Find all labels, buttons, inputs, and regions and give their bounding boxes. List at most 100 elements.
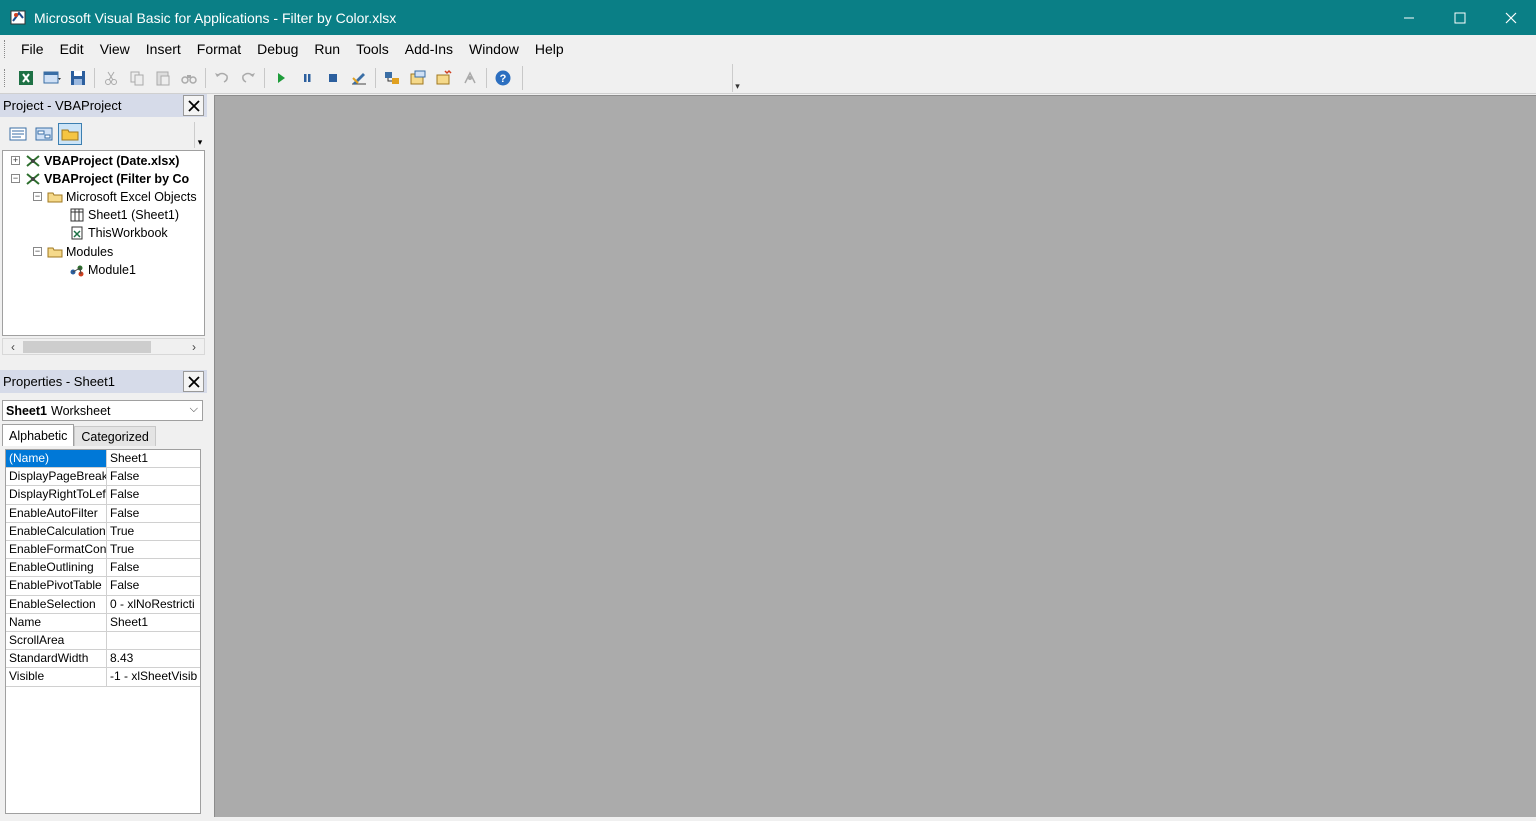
property-value[interactable]: False bbox=[107, 505, 200, 522]
toolbar-options-chevron-icon[interactable]: ▾ bbox=[732, 64, 742, 92]
copy-button[interactable] bbox=[124, 66, 150, 90]
property-value[interactable]: True bbox=[107, 541, 200, 558]
scroll-right-icon[interactable]: › bbox=[186, 339, 202, 354]
paste-button[interactable] bbox=[150, 66, 176, 90]
property-row[interactable]: DisplayPageBreak False bbox=[6, 468, 200, 487]
save-button[interactable] bbox=[65, 66, 91, 90]
tree-item-excel-objects[interactable]: Microsoft Excel Objects bbox=[47, 188, 197, 206]
menu-edit[interactable]: Edit bbox=[52, 35, 92, 63]
tree-item-vbaproject-filter[interactable]: VBAProject (Filter by Co bbox=[25, 170, 189, 188]
menu-window[interactable]: Window bbox=[461, 35, 527, 63]
menu-help[interactable]: Help bbox=[527, 35, 572, 63]
tree-expander-minus[interactable]: − bbox=[33, 247, 42, 256]
property-name: EnableAutoFilter bbox=[6, 504, 107, 522]
project-explorer-button[interactable] bbox=[379, 66, 405, 90]
property-name: EnableOutlining bbox=[6, 559, 107, 577]
property-row[interactable]: EnableAutoFilter False bbox=[6, 504, 200, 523]
menu-format[interactable]: Format bbox=[189, 35, 249, 63]
property-value[interactable]: Sheet1 bbox=[107, 614, 200, 631]
menu-grip[interactable] bbox=[4, 40, 7, 58]
project-pane-close-button[interactable] bbox=[183, 95, 204, 116]
tree-expander-minus[interactable]: − bbox=[33, 192, 42, 201]
view-code-button[interactable] bbox=[6, 123, 30, 145]
property-value[interactable]: False bbox=[107, 559, 200, 576]
menu-run[interactable]: Run bbox=[306, 35, 348, 63]
menu-debug[interactable]: Debug bbox=[249, 35, 306, 63]
menu-insert[interactable]: Insert bbox=[138, 35, 189, 63]
tree-expander-plus[interactable]: + bbox=[11, 156, 20, 165]
object-dropdown[interactable]: Sheet1 Worksheet ⌵ bbox=[2, 400, 203, 421]
toggle-folders-button[interactable] bbox=[58, 123, 82, 145]
view-excel-button[interactable] bbox=[13, 66, 39, 90]
left-dock: Project - VBAProject ▾ + VBAProject (Dat… bbox=[0, 94, 210, 821]
toolbar-grip[interactable] bbox=[4, 69, 7, 87]
property-value[interactable]: False bbox=[107, 468, 200, 485]
minimize-button[interactable] bbox=[1383, 0, 1434, 35]
property-row[interactable]: EnableOutlining False bbox=[6, 559, 200, 578]
property-row[interactable]: EnableCalculation True bbox=[6, 522, 200, 541]
properties-grid: (Name) Sheet1 DisplayPageBreak False Dis… bbox=[5, 449, 201, 814]
property-value[interactable]: 8.43 bbox=[107, 650, 200, 667]
property-value[interactable]: True bbox=[107, 523, 200, 540]
close-button[interactable] bbox=[1485, 0, 1536, 35]
object-browser-icon bbox=[436, 69, 452, 85]
tree-item-module1[interactable]: Module1 bbox=[69, 261, 136, 279]
tree-item-vbaproject-date[interactable]: VBAProject (Date.xlsx) bbox=[25, 152, 179, 170]
property-row[interactable]: EnableSelection 0 - xlNoRestricti bbox=[6, 595, 200, 614]
property-value[interactable] bbox=[107, 632, 200, 649]
run-button[interactable] bbox=[268, 66, 294, 90]
property-row[interactable]: Visible -1 - xlSheetVisib bbox=[6, 668, 200, 687]
insert-userform-icon bbox=[43, 71, 61, 84]
undo-button[interactable] bbox=[209, 66, 235, 90]
toolbox-button[interactable] bbox=[457, 66, 483, 90]
properties-window-button[interactable] bbox=[405, 66, 431, 90]
menu-tools[interactable]: Tools bbox=[348, 35, 397, 63]
property-row[interactable]: StandardWidth 8.43 bbox=[6, 650, 200, 669]
tab-categorized[interactable]: Categorized bbox=[74, 426, 156, 446]
scrollbar-thumb[interactable] bbox=[23, 341, 151, 353]
menu-add-ins[interactable]: Add-Ins bbox=[397, 35, 461, 63]
tree-item-modules[interactable]: Modules bbox=[47, 243, 113, 261]
maximize-button[interactable] bbox=[1434, 0, 1485, 35]
property-row[interactable]: ScrollArea bbox=[6, 632, 200, 651]
property-value[interactable]: False bbox=[107, 577, 200, 594]
property-value[interactable]: -1 - xlSheetVisib bbox=[107, 668, 200, 685]
view-object-button[interactable] bbox=[32, 123, 56, 145]
project-toolbar-chevron-icon[interactable]: ▾ bbox=[194, 122, 205, 148]
find-button[interactable] bbox=[176, 66, 202, 90]
close-icon bbox=[187, 375, 200, 388]
tree-item-sheet1[interactable]: Sheet1 (Sheet1) bbox=[69, 206, 179, 224]
property-value[interactable]: 0 - xlNoRestricti bbox=[107, 596, 200, 613]
property-value[interactable]: Sheet1 bbox=[107, 450, 200, 467]
properties-tabs: Alphabetic Categorized bbox=[2, 424, 203, 446]
code-workspace[interactable] bbox=[214, 95, 1536, 817]
property-row[interactable]: DisplayRightToLef False bbox=[6, 486, 200, 505]
undo-icon bbox=[215, 72, 228, 83]
help-button[interactable]: ? bbox=[490, 66, 516, 90]
reset-button[interactable] bbox=[320, 66, 346, 90]
property-row[interactable]: Name Sheet1 bbox=[6, 613, 200, 632]
properties-pane-close-button[interactable] bbox=[183, 371, 204, 392]
project-tree-horizontal-scrollbar[interactable]: ‹ › bbox=[2, 338, 205, 355]
scroll-left-icon[interactable]: ‹ bbox=[5, 339, 21, 354]
window-title: Microsoft Visual Basic for Applications … bbox=[34, 9, 397, 26]
property-row[interactable]: EnablePivotTable False bbox=[6, 577, 200, 596]
redo-button[interactable] bbox=[235, 66, 261, 90]
worksheet-icon bbox=[70, 208, 84, 222]
break-button[interactable] bbox=[294, 66, 320, 90]
tree-expander-minus[interactable]: − bbox=[11, 174, 20, 183]
property-row[interactable]: (Name) Sheet1 bbox=[6, 450, 200, 469]
property-row[interactable]: EnableFormatCon True bbox=[6, 541, 200, 560]
object-browser-button[interactable] bbox=[431, 66, 457, 90]
insert-userform-button[interactable] bbox=[39, 66, 65, 90]
menu-view[interactable]: View bbox=[92, 35, 138, 63]
tab-alphabetic[interactable]: Alphabetic bbox=[2, 424, 75, 446]
menu-file[interactable]: File bbox=[13, 35, 52, 63]
tree-item-thisworkbook[interactable]: ThisWorkbook bbox=[69, 224, 168, 242]
property-value[interactable]: False bbox=[107, 486, 200, 503]
property-name: ScrollArea bbox=[6, 632, 107, 650]
design-mode-button[interactable] bbox=[346, 66, 372, 90]
tree-item-label: VBAProject (Date.xlsx) bbox=[44, 154, 180, 168]
cut-button[interactable] bbox=[98, 66, 124, 90]
maximize-icon bbox=[1454, 12, 1465, 23]
